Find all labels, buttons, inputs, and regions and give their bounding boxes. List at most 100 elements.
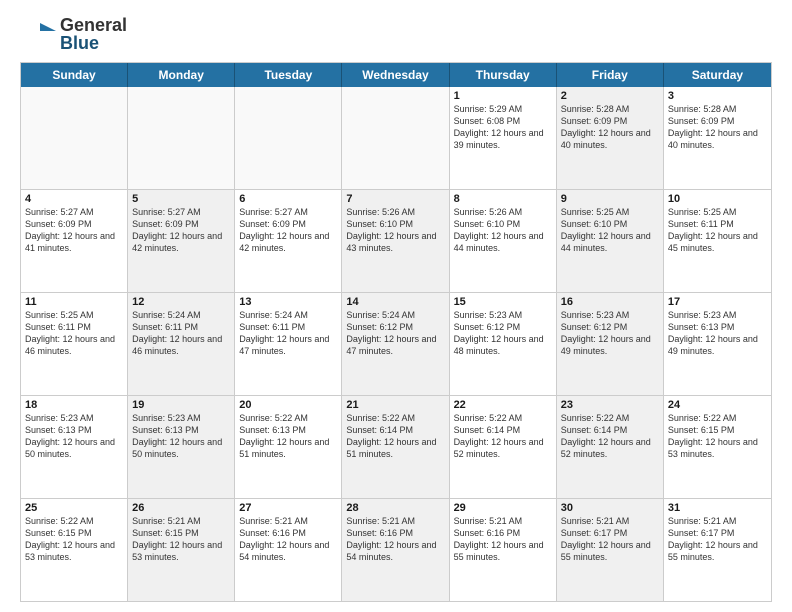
cal-cell: 30Sunrise: 5:21 AM Sunset: 6:17 PM Dayli… xyxy=(557,499,664,601)
week-row-3: 11Sunrise: 5:25 AM Sunset: 6:11 PM Dayli… xyxy=(21,292,771,395)
day-number: 23 xyxy=(561,399,659,411)
week-row-4: 18Sunrise: 5:23 AM Sunset: 6:13 PM Dayli… xyxy=(21,395,771,498)
day-number: 8 xyxy=(454,193,552,205)
day-number: 6 xyxy=(239,193,337,205)
day-info: Sunrise: 5:22 AM Sunset: 6:13 PM Dayligh… xyxy=(239,412,337,461)
day-number: 4 xyxy=(25,193,123,205)
day-number: 28 xyxy=(346,502,444,514)
header: GeneralBlue xyxy=(20,16,772,54)
day-info: Sunrise: 5:25 AM Sunset: 6:11 PM Dayligh… xyxy=(25,309,123,358)
day-info: Sunrise: 5:27 AM Sunset: 6:09 PM Dayligh… xyxy=(239,206,337,255)
cal-cell: 1Sunrise: 5:29 AM Sunset: 6:08 PM Daylig… xyxy=(450,87,557,189)
cal-cell: 2Sunrise: 5:28 AM Sunset: 6:09 PM Daylig… xyxy=(557,87,664,189)
day-number: 15 xyxy=(454,296,552,308)
day-number: 29 xyxy=(454,502,552,514)
day-number: 7 xyxy=(346,193,444,205)
day-number: 31 xyxy=(668,502,767,514)
day-info: Sunrise: 5:25 AM Sunset: 6:10 PM Dayligh… xyxy=(561,206,659,255)
day-number: 10 xyxy=(668,193,767,205)
calendar: SundayMondayTuesdayWednesdayThursdayFrid… xyxy=(20,62,772,602)
day-info: Sunrise: 5:21 AM Sunset: 6:16 PM Dayligh… xyxy=(454,515,552,564)
cal-cell: 22Sunrise: 5:22 AM Sunset: 6:14 PM Dayli… xyxy=(450,396,557,498)
logo-icon xyxy=(20,17,56,53)
day-number: 21 xyxy=(346,399,444,411)
cal-cell: 26Sunrise: 5:21 AM Sunset: 6:15 PM Dayli… xyxy=(128,499,235,601)
cal-cell: 18Sunrise: 5:23 AM Sunset: 6:13 PM Dayli… xyxy=(21,396,128,498)
day-info: Sunrise: 5:26 AM Sunset: 6:10 PM Dayligh… xyxy=(454,206,552,255)
logo: GeneralBlue xyxy=(20,16,127,54)
page: GeneralBlue SundayMondayTuesdayWednesday… xyxy=(0,0,792,612)
day-info: Sunrise: 5:23 AM Sunset: 6:13 PM Dayligh… xyxy=(25,412,123,461)
day-info: Sunrise: 5:24 AM Sunset: 6:11 PM Dayligh… xyxy=(132,309,230,358)
cal-cell: 25Sunrise: 5:22 AM Sunset: 6:15 PM Dayli… xyxy=(21,499,128,601)
header-day-wednesday: Wednesday xyxy=(342,63,449,87)
cal-cell: 7Sunrise: 5:26 AM Sunset: 6:10 PM Daylig… xyxy=(342,190,449,292)
day-info: Sunrise: 5:29 AM Sunset: 6:08 PM Dayligh… xyxy=(454,103,552,152)
day-info: Sunrise: 5:24 AM Sunset: 6:12 PM Dayligh… xyxy=(346,309,444,358)
day-number: 11 xyxy=(25,296,123,308)
cal-cell: 27Sunrise: 5:21 AM Sunset: 6:16 PM Dayli… xyxy=(235,499,342,601)
day-info: Sunrise: 5:22 AM Sunset: 6:14 PM Dayligh… xyxy=(346,412,444,461)
cal-cell: 16Sunrise: 5:23 AM Sunset: 6:12 PM Dayli… xyxy=(557,293,664,395)
day-info: Sunrise: 5:21 AM Sunset: 6:16 PM Dayligh… xyxy=(239,515,337,564)
header-day-saturday: Saturday xyxy=(664,63,771,87)
day-number: 17 xyxy=(668,296,767,308)
day-info: Sunrise: 5:27 AM Sunset: 6:09 PM Dayligh… xyxy=(132,206,230,255)
cal-cell: 4Sunrise: 5:27 AM Sunset: 6:09 PM Daylig… xyxy=(21,190,128,292)
cal-cell: 11Sunrise: 5:25 AM Sunset: 6:11 PM Dayli… xyxy=(21,293,128,395)
day-number: 30 xyxy=(561,502,659,514)
cal-cell: 31Sunrise: 5:21 AM Sunset: 6:17 PM Dayli… xyxy=(664,499,771,601)
cal-cell: 28Sunrise: 5:21 AM Sunset: 6:16 PM Dayli… xyxy=(342,499,449,601)
day-number: 13 xyxy=(239,296,337,308)
header-day-monday: Monday xyxy=(128,63,235,87)
day-info: Sunrise: 5:23 AM Sunset: 6:12 PM Dayligh… xyxy=(561,309,659,358)
day-number: 25 xyxy=(25,502,123,514)
day-number: 22 xyxy=(454,399,552,411)
cal-cell: 21Sunrise: 5:22 AM Sunset: 6:14 PM Dayli… xyxy=(342,396,449,498)
cal-cell: 20Sunrise: 5:22 AM Sunset: 6:13 PM Dayli… xyxy=(235,396,342,498)
week-row-5: 25Sunrise: 5:22 AM Sunset: 6:15 PM Dayli… xyxy=(21,498,771,601)
day-info: Sunrise: 5:21 AM Sunset: 6:15 PM Dayligh… xyxy=(132,515,230,564)
day-info: Sunrise: 5:25 AM Sunset: 6:11 PM Dayligh… xyxy=(668,206,767,255)
day-info: Sunrise: 5:23 AM Sunset: 6:13 PM Dayligh… xyxy=(668,309,767,358)
week-row-1: 1Sunrise: 5:29 AM Sunset: 6:08 PM Daylig… xyxy=(21,87,771,189)
day-info: Sunrise: 5:22 AM Sunset: 6:14 PM Dayligh… xyxy=(561,412,659,461)
cal-cell xyxy=(21,87,128,189)
day-number: 2 xyxy=(561,90,659,102)
day-info: Sunrise: 5:24 AM Sunset: 6:11 PM Dayligh… xyxy=(239,309,337,358)
cal-cell: 29Sunrise: 5:21 AM Sunset: 6:16 PM Dayli… xyxy=(450,499,557,601)
day-info: Sunrise: 5:22 AM Sunset: 6:14 PM Dayligh… xyxy=(454,412,552,461)
cal-cell: 14Sunrise: 5:24 AM Sunset: 6:12 PM Dayli… xyxy=(342,293,449,395)
day-number: 9 xyxy=(561,193,659,205)
header-day-thursday: Thursday xyxy=(450,63,557,87)
cal-cell: 3Sunrise: 5:28 AM Sunset: 6:09 PM Daylig… xyxy=(664,87,771,189)
day-number: 12 xyxy=(132,296,230,308)
day-info: Sunrise: 5:26 AM Sunset: 6:10 PM Dayligh… xyxy=(346,206,444,255)
cal-cell: 13Sunrise: 5:24 AM Sunset: 6:11 PM Dayli… xyxy=(235,293,342,395)
cal-cell: 9Sunrise: 5:25 AM Sunset: 6:10 PM Daylig… xyxy=(557,190,664,292)
cal-cell: 10Sunrise: 5:25 AM Sunset: 6:11 PM Dayli… xyxy=(664,190,771,292)
calendar-body: 1Sunrise: 5:29 AM Sunset: 6:08 PM Daylig… xyxy=(21,87,771,601)
day-info: Sunrise: 5:21 AM Sunset: 6:17 PM Dayligh… xyxy=(668,515,767,564)
day-info: Sunrise: 5:22 AM Sunset: 6:15 PM Dayligh… xyxy=(668,412,767,461)
header-day-tuesday: Tuesday xyxy=(235,63,342,87)
day-number: 5 xyxy=(132,193,230,205)
day-info: Sunrise: 5:28 AM Sunset: 6:09 PM Dayligh… xyxy=(561,103,659,152)
week-row-2: 4 Sunrise: 5:27 AM Sunset: 6:09 PM Daylig… xyxy=(21,189,771,292)
cal-cell xyxy=(128,87,235,189)
day-number: 27 xyxy=(239,502,337,514)
day-number: 14 xyxy=(346,296,444,308)
day-number: 24 xyxy=(668,399,767,411)
cal-cell: 19Sunrise: 5:23 AM Sunset: 6:13 PM Dayli… xyxy=(128,396,235,498)
logo-blue-text: Blue xyxy=(60,34,127,54)
cal-cell: 17Sunrise: 5:23 AM Sunset: 6:13 PM Dayli… xyxy=(664,293,771,395)
day-number: 20 xyxy=(239,399,337,411)
day-info: Sunrise: 5:21 AM Sunset: 6:17 PM Dayligh… xyxy=(561,515,659,564)
cal-cell: 5Sunrise: 5:27 AM Sunset: 6:09 PM Daylig… xyxy=(128,190,235,292)
day-info: Sunrise: 5:23 AM Sunset: 6:12 PM Dayligh… xyxy=(454,309,552,358)
cal-cell: 12Sunrise: 5:24 AM Sunset: 6:11 PM Dayli… xyxy=(128,293,235,395)
day-number: 16 xyxy=(561,296,659,308)
cal-cell: 23Sunrise: 5:22 AM Sunset: 6:14 PM Dayli… xyxy=(557,396,664,498)
calendar-header: SundayMondayTuesdayWednesdayThursdayFrid… xyxy=(21,63,771,87)
cal-cell xyxy=(342,87,449,189)
